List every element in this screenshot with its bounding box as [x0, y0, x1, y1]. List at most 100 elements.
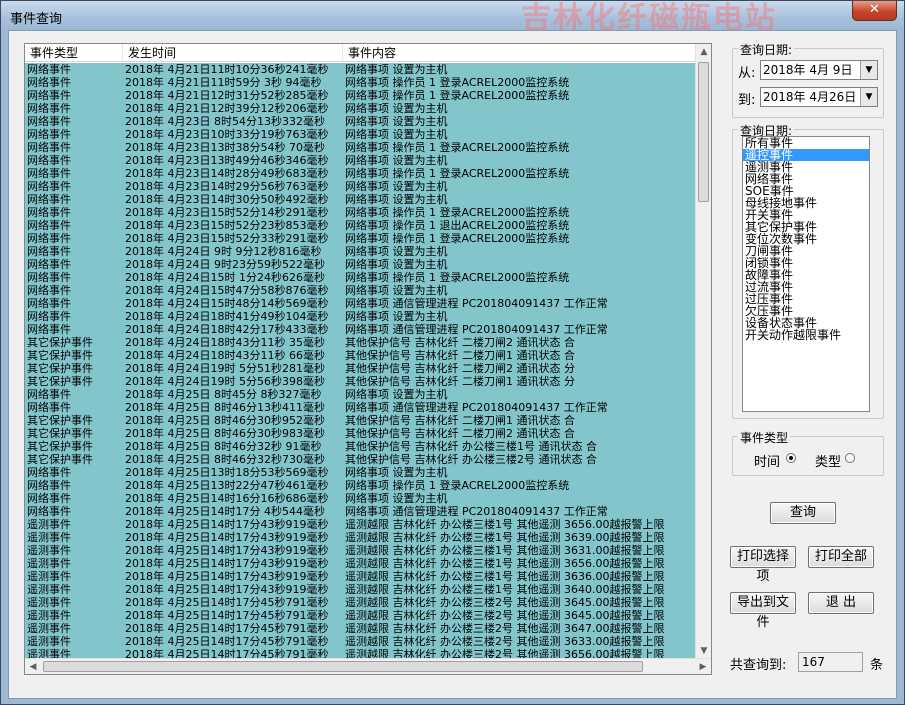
- table-row[interactable]: 网络事件 2018年 4月25日 8时46分13秒411毫秒 网络事项 通信管理进程…: [25, 401, 697, 414]
- export-button[interactable]: 导出到文件: [730, 592, 796, 630]
- list-item[interactable]: 母线接地事件: [743, 197, 869, 209]
- column-header-time[interactable]: 发生时间: [123, 44, 343, 62]
- to-date-picker[interactable]: 2018年 4月26日 ▼: [760, 87, 878, 107]
- scroll-left-icon[interactable]: ◀: [25, 659, 41, 674]
- list-item[interactable]: 遥控事件: [743, 149, 869, 161]
- list-item[interactable]: 其它保护事件: [743, 221, 869, 233]
- column-header-event-type[interactable]: 事件类型: [25, 44, 123, 62]
- event-table[interactable]: 事件类型 发生时间 事件内容 网络事件 2018年 4月21日11时10分36秒2…: [24, 43, 712, 675]
- title-bar[interactable]: 吉林化纤磁瓶电站 事件查询 ✕: [1, 1, 904, 30]
- vertical-scroll-thumb[interactable]: [698, 62, 709, 202]
- table-row[interactable]: 遥测事件 2018年 4月25日14时17分43秒919毫秒 遥测越限 吉林化纤 办…: [25, 544, 697, 557]
- chevron-down-icon[interactable]: ▼: [860, 88, 877, 106]
- cell-time: 2018年 4月25日13时18分53秒569毫秒: [125, 466, 329, 479]
- table-row[interactable]: 网络事件 2018年 4月24日 9时 9分12秒816毫秒 网络事项 设置为主机: [25, 245, 697, 258]
- cell-content: 网络事项 通信管理进程 PC201804091437 工作正常: [345, 297, 608, 310]
- cell-event-type: 网络事件: [27, 401, 71, 414]
- cell-time: 2018年 4月25日14时17分43秒919毫秒: [125, 518, 329, 531]
- table-row[interactable]: 网络事件 2018年 4月25日14时16分16秒686毫秒 网络事项 设置为主机: [25, 492, 697, 505]
- list-item[interactable]: 闭锁事件: [743, 257, 869, 269]
- sort-type-radio[interactable]: [845, 453, 855, 463]
- table-row[interactable]: 遥测事件 2018年 4月25日14时17分45秒791毫秒 遥测越限 吉林化纤 办…: [25, 609, 697, 622]
- table-row[interactable]: 网络事件 2018年 4月23日14时29分56秒763毫秒 网络事项 设置为主机: [25, 180, 697, 193]
- table-row[interactable]: 其它保护事件 2018年 4月24日18时43分11秒 35毫秒 其他保护信号 吉林…: [25, 336, 697, 349]
- scroll-right-icon[interactable]: ▶: [695, 659, 711, 674]
- print-all-button[interactable]: 打印全部: [808, 546, 874, 568]
- table-row[interactable]: 网络事件 2018年 4月23日15时52分23秒853毫秒 网络事项 操作员 1 …: [25, 219, 697, 232]
- chevron-down-icon[interactable]: ▼: [860, 61, 877, 79]
- table-row[interactable]: 其它保护事件 2018年 4月24日18时43分11秒 66毫秒 其他保护信号 吉林…: [25, 349, 697, 362]
- table-row[interactable]: 网络事件 2018年 4月24日15时47分58秒876毫秒 网络事项 设置为主机: [25, 284, 697, 297]
- cell-content: 网络事项 设置为主机: [345, 258, 448, 271]
- table-row[interactable]: 网络事件 2018年 4月21日12时39分12秒206毫秒 网络事项 设置为主机: [25, 102, 697, 115]
- table-row[interactable]: 遥测事件 2018年 4月25日14时17分45秒791毫秒 遥测越限 吉林化纤 办…: [25, 596, 697, 609]
- table-row[interactable]: 遥测事件 2018年 4月25日14时17分43秒919毫秒 遥测越限 吉林化纤 办…: [25, 570, 697, 583]
- table-row[interactable]: 其它保护事件 2018年 4月25日 8时46分32秒730毫秒 其他保护信号 吉林…: [25, 453, 697, 466]
- list-item[interactable]: 遥测事件: [743, 161, 869, 173]
- horizontal-scroll-thumb[interactable]: [43, 661, 643, 672]
- table-row[interactable]: 网络事件 2018年 4月23日10时33分19秒763毫秒 网络事项 设置为主机: [25, 128, 697, 141]
- table-row[interactable]: 网络事件 2018年 4月23日14时28分49秒683毫秒 网络事项 操作员 1 …: [25, 167, 697, 180]
- table-row[interactable]: 网络事件 2018年 4月21日12时31分52秒285毫秒 网络事项 操作员 1 …: [25, 89, 697, 102]
- table-row[interactable]: 其它保护事件 2018年 4月24日19时 5分56秒398毫秒 其他保护信号 吉林…: [25, 375, 697, 388]
- print-selected-button[interactable]: 打印选择项: [730, 546, 796, 584]
- cell-event-type: 网络事件: [27, 479, 71, 492]
- list-item[interactable]: 所有事件: [743, 137, 869, 149]
- list-item[interactable]: 设备状态事件: [743, 317, 869, 329]
- table-row[interactable]: 遥测事件 2018年 4月25日14时17分43秒919毫秒 遥测越限 吉林化纤 办…: [25, 518, 697, 531]
- list-item[interactable]: 欠压事件: [743, 305, 869, 317]
- table-row[interactable]: 其它保护事件 2018年 4月24日19时 5分51秒281毫秒 其他保护信号 吉林…: [25, 362, 697, 375]
- table-row[interactable]: 网络事件 2018年 4月25日 8时45分 8秒327毫秒 网络事项 设置为主机: [25, 388, 697, 401]
- table-row[interactable]: 网络事件 2018年 4月25日13时22分47秒461毫秒 网络事项 操作员 1 …: [25, 479, 697, 492]
- table-row[interactable]: 网络事件 2018年 4月23日15时52分33秒291毫秒 网络事项 操作员 1 …: [25, 232, 697, 245]
- list-item[interactable]: 开关事件: [743, 209, 869, 221]
- table-row[interactable]: 网络事件 2018年 4月25日14时17分 4秒544毫秒 网络事项 通信管理进程…: [25, 505, 697, 518]
- table-row[interactable]: 网络事件 2018年 4月23日15时52分14秒291毫秒 网络事项 操作员 1 …: [25, 206, 697, 219]
- from-date-picker[interactable]: 2018年 4月 9日 ▼: [760, 60, 878, 80]
- cell-content: 其他保护信号 吉林化纤 二楼刀闸2 通讯状态 分: [345, 362, 575, 375]
- list-item[interactable]: 过压事件: [743, 293, 869, 305]
- list-item[interactable]: 开关动作越限事件: [743, 329, 869, 341]
- table-row[interactable]: 遥测事件 2018年 4月25日14时17分43秒919毫秒 遥测越限 吉林化纤 办…: [25, 557, 697, 570]
- event-type-listbox[interactable]: 所有事件 遥控事件 遥测事件 网络事件 SOE事件 母线接地事件 开关事件 其它保护事件 变位次…: [742, 136, 870, 412]
- list-item[interactable]: 变位次数事件: [743, 233, 869, 245]
- table-row[interactable]: 网络事件 2018年 4月21日11时10分36秒241毫秒 网络事项 设置为主机: [25, 63, 697, 76]
- list-item[interactable]: 过流事件: [743, 281, 869, 293]
- table-row[interactable]: 网络事件 2018年 4月23日14时30分50秒492毫秒 网络事项 设置为主机: [25, 193, 697, 206]
- table-row[interactable]: 网络事件 2018年 4月25日13时18分53秒569毫秒 网络事项 设置为主机: [25, 466, 697, 479]
- table-row[interactable]: 网络事件 2018年 4月23日13时38分54秒 70毫秒 网络事项 操作员 1 …: [25, 141, 697, 154]
- table-row[interactable]: 网络事件 2018年 4月21日11时59分 3秒 94毫秒 网络事项 操作员 1 …: [25, 76, 697, 89]
- table-row[interactable]: 网络事件 2018年 4月23日 8时54分13秒332毫秒 网络事项 设置为主机: [25, 115, 697, 128]
- table-row[interactable]: 遥测事件 2018年 4月25日14时17分43秒919毫秒 遥测越限 吉林化纤 办…: [25, 531, 697, 544]
- list-item[interactable]: 刀闸事件: [743, 245, 869, 257]
- table-row[interactable]: 网络事件 2018年 4月24日15时 1分24秒626毫秒 网络事项 操作员 1 …: [25, 271, 697, 284]
- table-row[interactable]: 其它保护事件 2018年 4月25日 8时46分30秒952毫秒 其他保护信号 吉林…: [25, 414, 697, 427]
- horizontal-scrollbar[interactable]: ◀ ▶: [25, 658, 711, 674]
- cell-time: 2018年 4月23日14时29分56秒763毫秒: [125, 180, 329, 193]
- table-row[interactable]: 遥测事件 2018年 4月25日14时17分43秒919毫秒 遥测越限 吉林化纤 办…: [25, 583, 697, 596]
- list-item[interactable]: 网络事件: [743, 173, 869, 185]
- cell-time: 2018年 4月23日15时52分23秒853毫秒: [125, 219, 329, 232]
- table-row[interactable]: 遥测事件 2018年 4月25日14时17分45秒791毫秒 遥测越限 吉林化纤 办…: [25, 622, 697, 635]
- scroll-down-icon[interactable]: ▼: [696, 643, 711, 659]
- scroll-up-icon[interactable]: ▲: [696, 44, 711, 60]
- table-row[interactable]: 网络事件 2018年 4月23日13时49分46秒346毫秒 网络事项 设置为主机: [25, 154, 697, 167]
- exit-button[interactable]: 退 出: [808, 592, 874, 614]
- table-row[interactable]: 遥测事件 2018年 4月25日14时17分45秒791毫秒 遥测越限 吉林化纤 办…: [25, 635, 697, 648]
- sort-time-radio[interactable]: [786, 453, 796, 463]
- close-button[interactable]: ✕: [852, 1, 897, 21]
- list-item[interactable]: SOE事件: [743, 185, 869, 197]
- cell-time: 2018年 4月21日12时31分52秒285毫秒: [125, 89, 329, 102]
- list-item[interactable]: 故障事件: [743, 269, 869, 281]
- table-row[interactable]: 网络事件 2018年 4月24日18时42分17秒433毫秒 网络事项 通信管理进程…: [25, 323, 697, 336]
- table-row[interactable]: 网络事件 2018年 4月24日18时41分49秒104毫秒 网络事项 设置为主机: [25, 310, 697, 323]
- cell-event-type: 网络事件: [27, 271, 71, 284]
- to-date-value: 2018年 4月26日: [763, 90, 857, 104]
- table-row[interactable]: 其它保护事件 2018年 4月25日 8时46分30秒983毫秒 其他保护信号 吉林…: [25, 427, 697, 440]
- column-header-content[interactable]: 事件内容: [343, 44, 697, 62]
- vertical-scrollbar[interactable]: ▲ ▼: [695, 44, 711, 659]
- table-row[interactable]: 网络事件 2018年 4月24日 9时23分59秒522毫秒 网络事项 设置为主机: [25, 258, 697, 271]
- query-button[interactable]: 查询: [770, 502, 836, 524]
- table-row[interactable]: 其它保护事件 2018年 4月25日 8时46分32秒 91毫秒 其他保护信号 吉林…: [25, 440, 697, 453]
- table-row[interactable]: 网络事件 2018年 4月24日15时48分14秒569毫秒 网络事项 通信管理进程…: [25, 297, 697, 310]
